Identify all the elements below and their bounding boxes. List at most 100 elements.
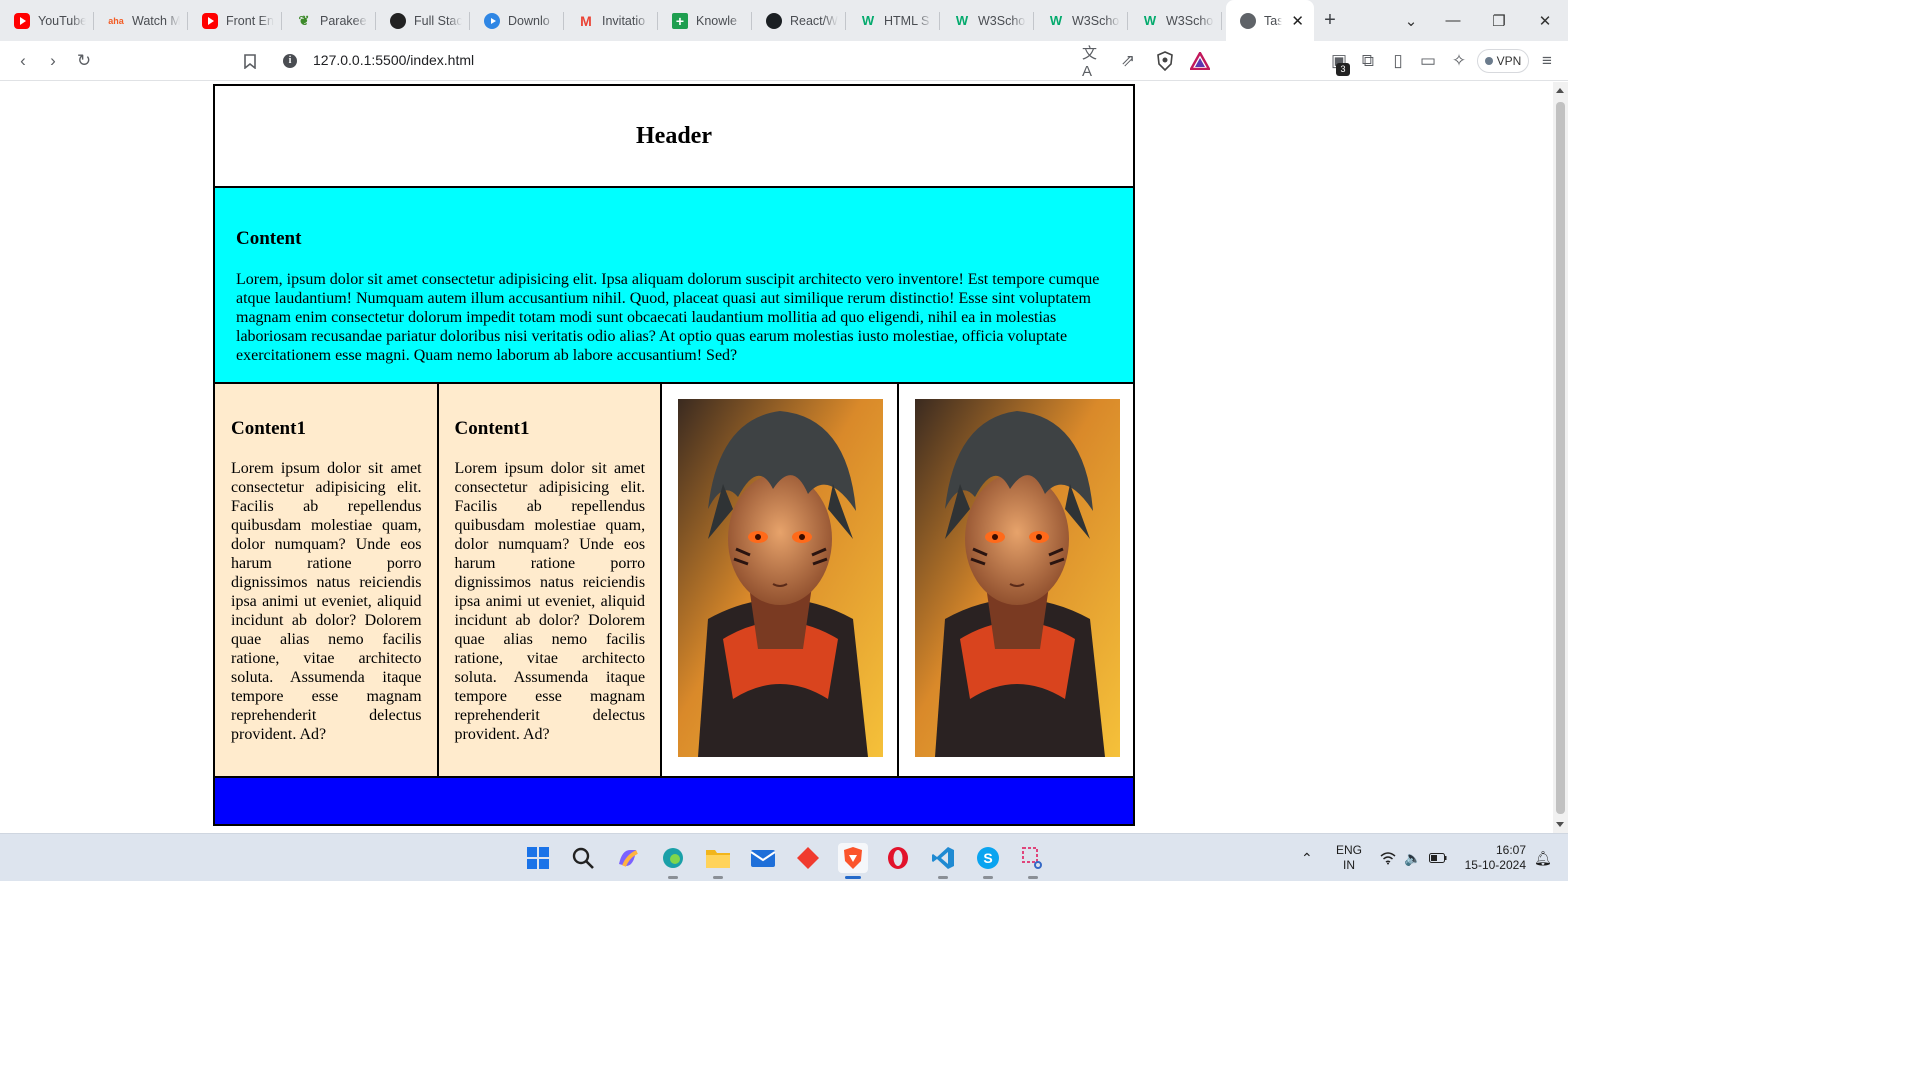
column-paragraph: Lorem ipsum dolor sit amet consectetur a… (454, 460, 646, 743)
forward-icon[interactable]: › (41, 49, 65, 73)
tab-label: Front En (226, 13, 274, 28)
content-section: Content Lorem, ipsum dolor sit amet cons… (213, 188, 1135, 384)
share-icon[interactable]: ⇗ (1116, 49, 1140, 73)
start-menu-icon[interactable] (523, 843, 553, 873)
columns-row: Content1 Lorem ipsum dolor sit amet cons… (213, 384, 1135, 776)
tab-label: W3Scho (1072, 13, 1120, 28)
tab-label: Full Stac (414, 13, 462, 28)
restore-button[interactable]: ❐ (1476, 0, 1522, 41)
url-text[interactable]: 127.0.0.1:5500/index.html (313, 52, 474, 68)
text-column-1: Content1 Lorem ipsum dolor sit amet cons… (215, 384, 439, 776)
edge-icon[interactable] (658, 843, 688, 879)
scroll-thumb[interactable] (1556, 102, 1565, 814)
anime-character-image (678, 399, 884, 757)
menu-icon[interactable]: ≡ (1535, 49, 1559, 73)
column-heading: Content1 (454, 418, 530, 439)
column-heading: Content1 (231, 418, 306, 439)
file-explorer-icon[interactable] (703, 843, 733, 879)
extension-badge: 3 (1336, 63, 1350, 76)
notification-bell-icon[interactable]: 🔔︎ (1534, 834, 1552, 882)
brave-browser-icon[interactable] (838, 843, 868, 879)
show-hidden-icons[interactable]: ⌃ (1301, 834, 1313, 882)
tab-label: HTML S (884, 13, 930, 28)
running-indicator (668, 876, 678, 879)
opera-icon[interactable] (883, 843, 913, 873)
running-indicator (845, 876, 861, 879)
content-paragraph: Lorem, ipsum dolor sit amet consectetur … (236, 271, 1100, 364)
close-window-button[interactable]: ✕ (1522, 0, 1568, 41)
tab-label: Watch M (132, 13, 180, 28)
browser-tab[interactable]: YouTube (0, 0, 94, 41)
site-layout: Header Content Lorem, ipsum dolor sit am… (213, 84, 1135, 826)
brave-shields-icon[interactable] (1153, 49, 1177, 73)
browser-tab[interactable]: W W3Scho (1128, 0, 1222, 41)
bookmark-icon[interactable] (238, 49, 262, 73)
copilot-icon[interactable] (613, 843, 643, 873)
battery-icon[interactable] (1429, 834, 1447, 882)
browser-tab[interactable]: Full Stac (376, 0, 470, 41)
language-label: ENG (1336, 843, 1363, 857)
site-info-icon[interactable]: i (283, 54, 297, 68)
scroll-up-icon[interactable] (1556, 88, 1564, 93)
close-tab-icon[interactable]: ✕ (1291, 12, 1304, 30)
vpn-status-icon (1484, 57, 1493, 65)
vpn-button[interactable]: VPN (1477, 49, 1529, 73)
skype-icon[interactable]: S (973, 843, 1003, 879)
tab-label: Downlo (508, 13, 550, 28)
scroll-down-icon[interactable] (1556, 822, 1564, 827)
snipping-tool-icon[interactable] (1018, 843, 1048, 879)
tab-label: W3Scho (1166, 13, 1214, 28)
page-scrollbar[interactable] (1553, 82, 1568, 833)
play-icon (484, 12, 500, 29)
search-icon[interactable] (568, 843, 598, 873)
brave-rewards-icon[interactable] (1188, 49, 1212, 73)
browser-tab[interactable]: M Invitatio (564, 0, 658, 41)
site-footer (213, 776, 1135, 826)
browser-tab[interactable]: W W3Scho (940, 0, 1034, 41)
translate-icon[interactable]: 文A (1082, 45, 1106, 80)
volume-icon[interactable]: 🔈 (1404, 834, 1421, 882)
language-indicator[interactable]: ENG IN (1336, 834, 1362, 882)
vpn-label: VPN (1496, 54, 1522, 68)
content-heading: Content (236, 228, 302, 249)
mail-icon[interactable] (748, 843, 778, 873)
wifi-icon[interactable] (1380, 834, 1396, 882)
tab-search-icon[interactable]: ⌄ (1388, 0, 1434, 41)
image-column-2 (898, 384, 1133, 776)
windows-taskbar: S ⌃ ENG IN 🔈 16:07 15-10-2024 🔔︎ (0, 833, 1568, 881)
w3schools-icon: W (1049, 13, 1063, 28)
browser-tab[interactable]: Downlo (470, 0, 564, 41)
back-icon[interactable]: ‹ (11, 49, 35, 73)
leo-ai-icon[interactable]: ✧ (1447, 49, 1471, 73)
tab-label: Tas (1264, 13, 1282, 28)
svg-text:S: S (983, 850, 992, 866)
browser-tab[interactable]: Front En (188, 0, 282, 41)
plus-sheet-icon: + (672, 12, 688, 29)
wallet-icon[interactable]: ▭ (1416, 49, 1440, 73)
page-viewport: Header Content Lorem, ipsum dolor sit am… (0, 82, 1553, 833)
browser-toolbar: ‹ › ↻ i 127.0.0.1:5500/index.html 文A ⇗ ▣… (0, 41, 1568, 81)
tab-label: Knowle (696, 13, 737, 28)
browser-tab[interactable]: ❦ Parakee (282, 0, 376, 41)
image-column-1 (662, 384, 899, 776)
clock-time: 16:07 (1495, 843, 1526, 857)
clock[interactable]: 16:07 15-10-2024 (1460, 834, 1526, 882)
extensions-icon[interactable]: ⧉ (1356, 49, 1380, 73)
minimize-button[interactable]: — (1430, 0, 1476, 41)
new-tab-button[interactable]: + (1314, 9, 1346, 32)
browser-tab[interactable]: React/W (752, 0, 846, 41)
w3schools-icon: W (1143, 13, 1157, 28)
tab-active[interactable]: Tas ✕ (1226, 0, 1314, 41)
github-icon (766, 12, 782, 29)
dark-circle-icon (390, 12, 406, 29)
w3schools-icon: W (955, 13, 969, 28)
browser-tab[interactable]: W W3Scho (1034, 0, 1128, 41)
vscode-icon[interactable] (928, 843, 958, 879)
reload-icon[interactable]: ↻ (72, 49, 96, 73)
diamond-app-icon[interactable] (793, 843, 823, 873)
browser-tab[interactable]: aha Watch M (94, 0, 188, 41)
browser-tab[interactable]: W HTML S (846, 0, 940, 41)
sidebar-icon[interactable]: ▯ (1386, 49, 1410, 73)
browser-tab[interactable]: + Knowle (658, 0, 752, 41)
tab-label: React/W (790, 13, 838, 28)
